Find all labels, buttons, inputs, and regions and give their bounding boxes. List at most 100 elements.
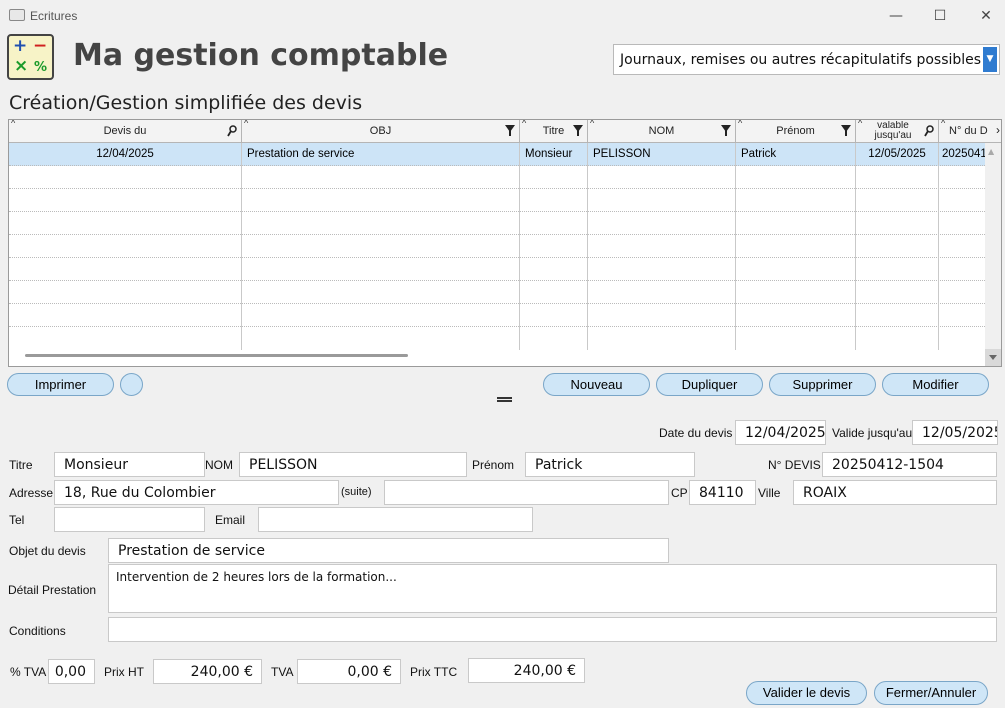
- minimize-button[interactable]: —: [886, 6, 906, 26]
- tva-pct-field[interactable]: 0,00: [48, 659, 95, 684]
- tel-field[interactable]: [54, 507, 205, 532]
- ville-label: Ville: [758, 486, 781, 500]
- table-row[interactable]: [9, 304, 987, 327]
- objet-label: Objet du devis: [9, 544, 86, 558]
- titre-label: Titre: [9, 458, 33, 472]
- tva-field[interactable]: 0,00 €: [297, 659, 401, 684]
- round-option-button[interactable]: [120, 373, 143, 396]
- search-icon[interactable]: [227, 125, 237, 137]
- suite-field[interactable]: [384, 480, 669, 505]
- journals-dropdown[interactable]: Journaux, remises ou autres récapitulati…: [613, 44, 1000, 75]
- minus-symbol: −: [33, 36, 48, 56]
- titre-field[interactable]: Monsieur: [54, 452, 205, 477]
- prix-ttc-label: Prix TTC: [410, 665, 458, 679]
- suite-label: (suite): [341, 486, 372, 498]
- app-title: Ma gestion comptable: [73, 38, 449, 73]
- objet-field[interactable]: Prestation de service: [108, 538, 669, 563]
- table-row[interactable]: [9, 327, 987, 350]
- filter-icon[interactable]: [721, 125, 731, 136]
- adresse-label: Adresse: [9, 486, 54, 500]
- column-header-valable[interactable]: ^ valable jusqu'au: [856, 120, 939, 143]
- close-cancel-button[interactable]: Fermer/Annuler: [874, 681, 988, 705]
- maximize-button[interactable]: ☐: [930, 6, 950, 26]
- dropdown-value: Journaux, remises ou autres récapitulati…: [620, 52, 982, 68]
- table-row[interactable]: 12/04/2025 Prestation de service Monsieu…: [9, 143, 987, 166]
- plus-symbol: +: [13, 36, 28, 56]
- table-row[interactable]: [9, 281, 987, 304]
- cell-titre: Monsieur: [520, 143, 588, 166]
- column-header-obj[interactable]: ^ OBJ: [242, 120, 520, 143]
- edit-button[interactable]: Modifier: [882, 373, 989, 396]
- app-window-icon: [9, 9, 25, 21]
- tva-pct-label: % TVA: [10, 665, 47, 679]
- cp-field[interactable]: 84110: [689, 480, 756, 505]
- ville-field[interactable]: ROAIX: [793, 480, 997, 505]
- cell-valable: 12/05/2025: [856, 143, 939, 166]
- ndevis-label: N° DEVIS: [768, 458, 821, 472]
- column-header-titre[interactable]: ^ Titre: [520, 120, 588, 143]
- cell-numero: 2025041: [942, 148, 987, 160]
- adresse-field[interactable]: 18, Rue du Colombier: [54, 480, 339, 505]
- table-row[interactable]: [9, 212, 987, 235]
- splitter-handle[interactable]: [497, 397, 512, 402]
- cell-nom: PELISSON: [588, 143, 736, 166]
- prenom-field[interactable]: Patrick: [525, 452, 695, 477]
- quotes-grid[interactable]: ^ Devis du ^ OBJ ^ Titre ^ NOM ^ Prénom …: [8, 119, 1002, 367]
- date-devis-label: Date du devis: [659, 426, 733, 440]
- tva-label: TVA: [271, 665, 294, 679]
- tel-label: Tel: [9, 513, 25, 527]
- section-title: Création/Gestion simplifiée des devis: [9, 92, 363, 114]
- cell-prenom: Patrick: [736, 143, 856, 166]
- cp-label: CP: [671, 486, 688, 500]
- email-field[interactable]: [258, 507, 533, 532]
- nom-label: NOM: [205, 458, 233, 472]
- detail-label: Détail Prestation: [8, 583, 97, 597]
- validate-quote-button[interactable]: Valider le devis: [746, 681, 867, 705]
- date-devis-field[interactable]: 12/04/2025: [735, 420, 826, 445]
- filter-icon[interactable]: [505, 125, 515, 136]
- detail-field[interactable]: Intervention de 2 heures lors de la form…: [108, 564, 997, 613]
- column-header-nom[interactable]: ^ NOM: [588, 120, 736, 143]
- scroll-up-icon[interactable]: ▲: [988, 147, 994, 156]
- table-row[interactable]: [9, 189, 987, 212]
- vertical-scrollbar[interactable]: ▲: [985, 143, 1001, 366]
- column-header-numero[interactable]: ^ N° du D ›: [939, 120, 1001, 143]
- cell-obj: Prestation de service: [242, 143, 520, 166]
- filter-icon[interactable]: [841, 125, 851, 136]
- delete-button[interactable]: Supprimer: [769, 373, 876, 396]
- prix-ttc-field[interactable]: 240,00 €: [468, 658, 585, 683]
- prenom-label: Prénom: [472, 458, 515, 472]
- grid-header: ^ Devis du ^ OBJ ^ Titre ^ NOM ^ Prénom …: [9, 120, 1001, 143]
- percent-symbol: %: [34, 60, 48, 75]
- prix-ht-label: Prix HT: [104, 665, 144, 679]
- conditions-label: Conditions: [9, 624, 66, 638]
- duplicate-button[interactable]: Dupliquer: [656, 373, 763, 396]
- prix-ht-field[interactable]: 240,00 €: [153, 659, 262, 684]
- new-button[interactable]: Nouveau: [543, 373, 650, 396]
- table-row[interactable]: [9, 235, 987, 258]
- email-label: Email: [215, 513, 246, 527]
- scroll-down-icon[interactable]: [985, 349, 1001, 366]
- times-symbol: ×: [14, 56, 29, 76]
- column-header-prenom[interactable]: ^ Prénom: [736, 120, 856, 143]
- ndevis-field[interactable]: 20250412-1504: [822, 452, 997, 477]
- column-header-devis-du[interactable]: ^ Devis du: [9, 120, 242, 143]
- dropdown-arrow-icon[interactable]: ▼: [983, 47, 997, 72]
- search-icon[interactable]: [924, 125, 934, 137]
- calculator-logo-icon: + − × %: [7, 34, 54, 80]
- filter-icon[interactable]: [573, 125, 583, 136]
- table-row[interactable]: [9, 166, 987, 189]
- scroll-right-icon[interactable]: ›: [996, 123, 1000, 137]
- nom-field[interactable]: PELISSON: [239, 452, 467, 477]
- table-row[interactable]: [9, 258, 987, 281]
- close-window-button[interactable]: ✕: [976, 6, 996, 26]
- sort-icon[interactable]: ^: [941, 120, 945, 128]
- cell-devis-du: 12/04/2025: [9, 143, 242, 166]
- print-button[interactable]: Imprimer: [7, 373, 114, 396]
- window-titlebar: Ecritures — ☐ ✕: [0, 0, 1005, 32]
- valide-field[interactable]: 12/05/2025: [912, 420, 998, 445]
- window-title: Ecritures: [30, 9, 78, 23]
- conditions-field[interactable]: [108, 617, 997, 642]
- valide-label: Valide jusqu'au: [832, 426, 913, 440]
- horizontal-scrollbar[interactable]: [25, 354, 408, 357]
